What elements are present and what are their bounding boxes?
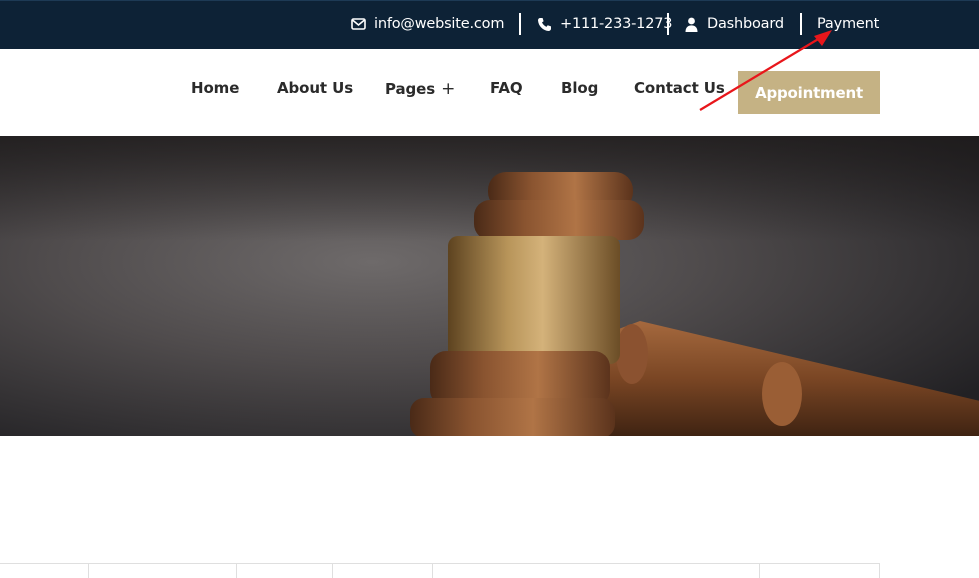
main-navigation: Home About Us Pages + FAQ Blog Contact Us… (0, 49, 979, 136)
nav-about-us[interactable]: About Us (277, 79, 353, 97)
dashboard-link[interactable]: Dashboard (683, 1, 784, 47)
phone-text: +111-233-1273 (560, 16, 673, 32)
topbar-divider (519, 13, 521, 35)
payment-link[interactable]: Payment (817, 1, 879, 47)
nav-home[interactable]: Home (191, 79, 239, 97)
phone-link[interactable]: +111-233-1273 (536, 1, 672, 47)
table-divider (332, 564, 333, 578)
email-text: info@website.com (374, 16, 505, 32)
nav-blog[interactable]: Blog (561, 79, 598, 97)
envelope-icon (350, 16, 366, 32)
user-icon (683, 16, 699, 32)
phone-icon (536, 16, 552, 32)
table-divider (432, 564, 433, 578)
top-bar: info@website.com +111-233-1273 Dashboard… (0, 0, 979, 49)
table-divider (879, 564, 880, 578)
table-divider (88, 564, 89, 578)
nav-pages[interactable]: Pages + (385, 79, 455, 99)
appointment-button[interactable]: Appointment (738, 71, 880, 114)
plus-icon: + (441, 79, 456, 99)
topbar-divider (800, 13, 802, 35)
topbar-divider (667, 13, 669, 35)
table-divider (759, 564, 760, 578)
hero-gavel-image (0, 136, 979, 436)
table-header-edge (0, 563, 880, 578)
nav-contact-us[interactable]: Contact Us (634, 79, 725, 97)
email-link[interactable]: info@website.com (350, 1, 504, 47)
nav-faq[interactable]: FAQ (490, 79, 523, 97)
dashboard-text: Dashboard (707, 16, 784, 32)
table-divider (236, 564, 237, 578)
payment-text: Payment (817, 16, 880, 32)
